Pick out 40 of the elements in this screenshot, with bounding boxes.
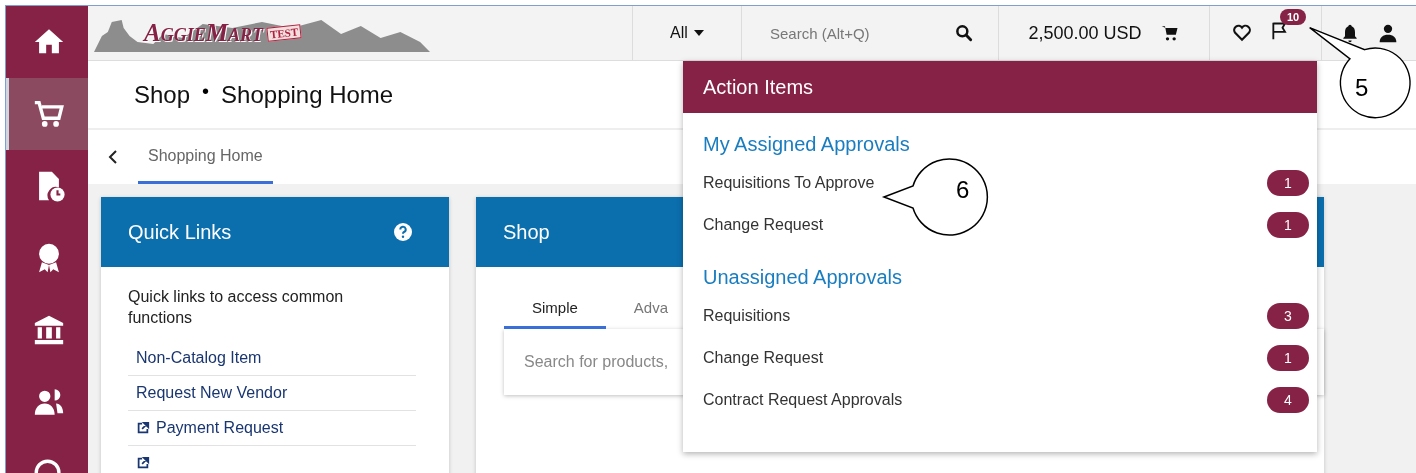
heart-icon[interactable] — [1232, 23, 1252, 43]
menu-item[interactable]: Change Request — [703, 216, 824, 234]
card-description: Quick links to access common functions — [128, 287, 345, 328]
page-title: Shopping Home — [221, 80, 394, 109]
external-link-icon[interactable] — [136, 455, 150, 470]
section-heading: Unassigned Approvals — [702, 265, 903, 290]
menu-item[interactable]: Contract Request Approvals — [703, 391, 903, 409]
scope-dropdown[interactable]: All — [632, 6, 741, 60]
menu-item[interactable]: Requisitions — [703, 307, 791, 325]
user-icon[interactable] — [1378, 23, 1398, 43]
search-field[interactable]: Search (Alt+Q) — [768, 23, 954, 43]
cart-icon[interactable] — [1159, 23, 1180, 43]
back-icon[interactable] — [108, 149, 118, 165]
quick-link[interactable]: Request New Vendor — [136, 383, 288, 402]
count-badge: 1 — [1267, 212, 1309, 238]
menu-item[interactable]: Requisitions To Approve — [703, 174, 875, 192]
bell-icon[interactable] — [1340, 23, 1360, 43]
callout-number: 6 — [956, 176, 970, 204]
card-title: Quick Links — [128, 220, 232, 244]
external-link-icon[interactable] — [136, 420, 150, 435]
menu-title: Action Items — [703, 75, 814, 99]
caret-icon — [693, 30, 704, 36]
section-heading: My Assigned Approvals — [702, 132, 911, 157]
help-icon[interactable] — [393, 222, 413, 242]
count-badge: 1 — [1267, 345, 1309, 371]
count-badge: 3 — [1267, 303, 1309, 329]
callout-number: 5 — [1355, 74, 1369, 102]
cart-total[interactable]: 2,500.00 USD — [1028, 22, 1142, 44]
search-placeholder: Search for products, — [524, 353, 669, 371]
notification-badge: 10 — [1280, 9, 1307, 25]
quick-link[interactable]: Non-Catalog Item — [136, 348, 262, 367]
sidebar-item[interactable] — [6, 78, 88, 150]
quick-link[interactable]: Payment Request — [156, 418, 284, 437]
count-badge: 1 — [1267, 170, 1309, 196]
separator-dot: • — [202, 80, 210, 103]
menu-item[interactable]: Change Request — [703, 349, 824, 367]
count-badge: 4 — [1267, 387, 1309, 413]
card-title: Shop — [503, 220, 550, 244]
page-section: Shop — [134, 80, 191, 109]
search-icon[interactable] — [954, 23, 974, 43]
